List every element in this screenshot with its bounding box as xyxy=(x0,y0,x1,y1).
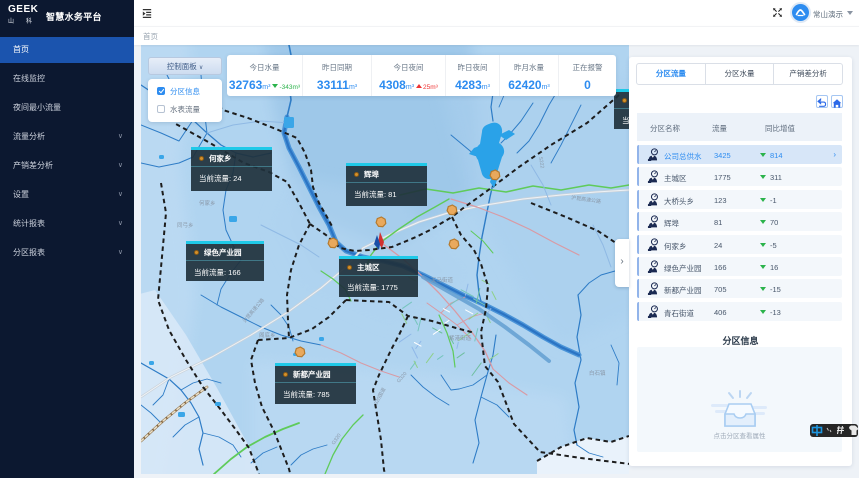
svg-text:何家乡: 何家乡 xyxy=(199,199,216,207)
svg-text:紫港街道: 紫港街道 xyxy=(449,334,472,342)
svg-text:同弓乡: 同弓乡 xyxy=(177,222,194,229)
svg-text:阁底乡: 阁底乡 xyxy=(259,331,276,339)
svg-text:白石镇: 白石镇 xyxy=(589,369,606,377)
svg-text:天马街道: 天马街道 xyxy=(431,276,454,284)
